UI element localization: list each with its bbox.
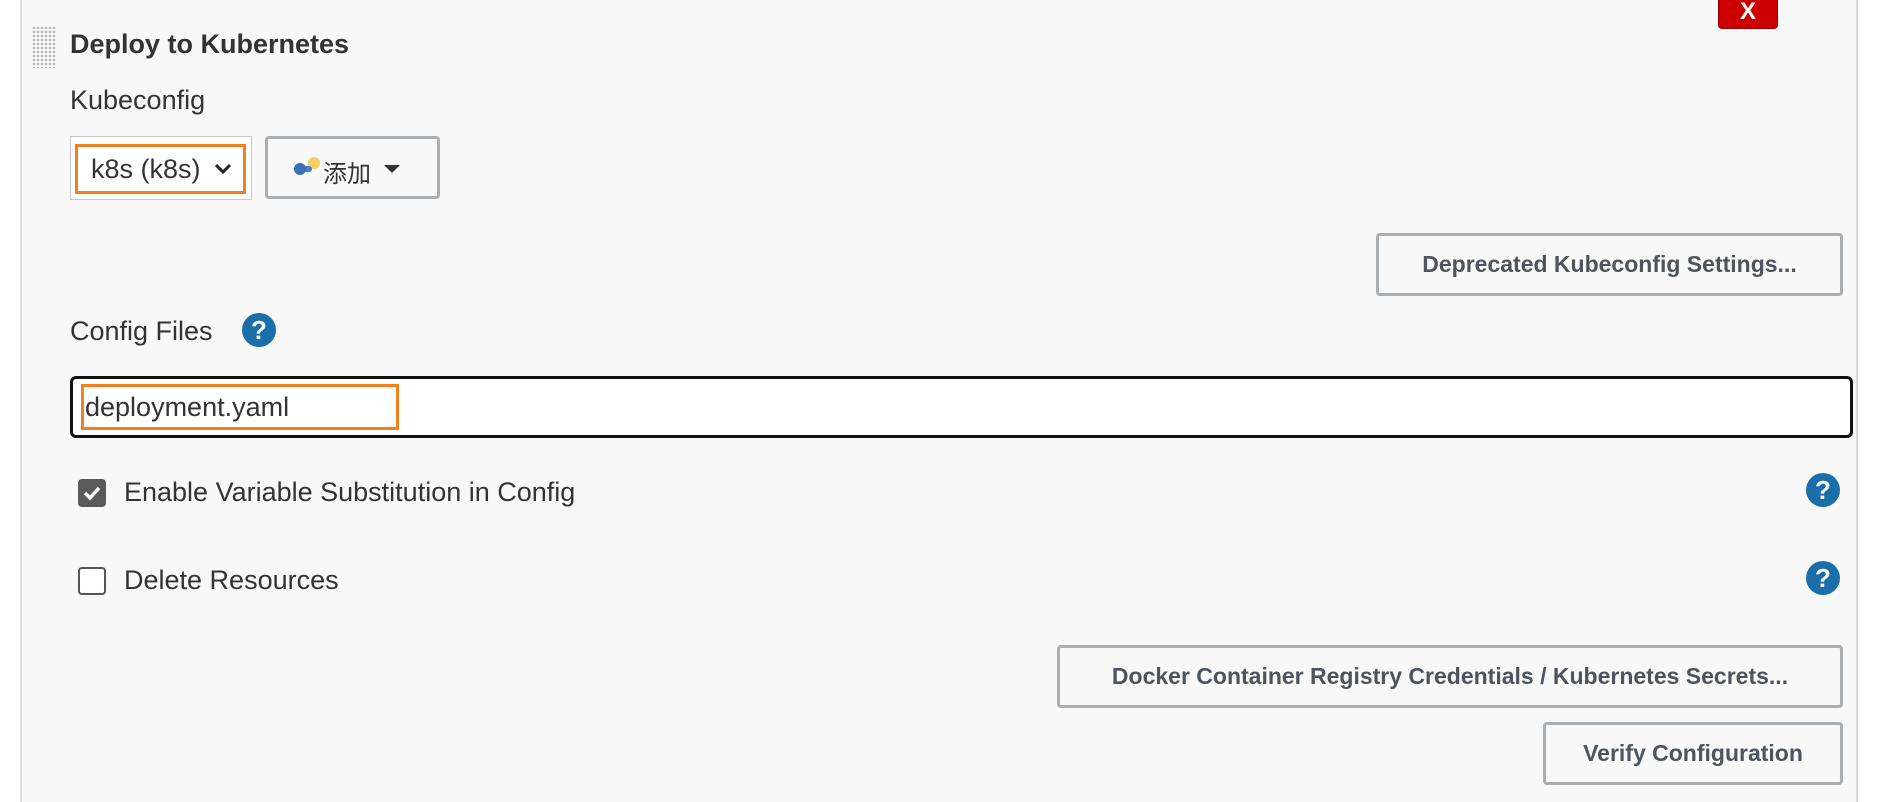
drag-handle-icon[interactable] <box>32 26 56 68</box>
config-files-value: deployment.yaml <box>81 384 399 430</box>
enable-substitution-checkbox[interactable] <box>78 479 106 507</box>
kubeconfig-selected-value: k8s (k8s) <box>91 154 201 184</box>
caret-down-icon <box>384 165 400 173</box>
delete-resources-help-icon[interactable]: ? <box>1806 561 1840 595</box>
kubeconfig-select[interactable]: k8s (k8s) <box>75 144 246 194</box>
key-icon <box>294 157 320 175</box>
add-label: 添加 <box>323 161 371 188</box>
config-files-label: Config Files <box>70 316 213 346</box>
checkmark-icon <box>83 486 101 501</box>
enable-substitution-help-icon[interactable]: ? <box>1806 473 1840 507</box>
close-icon[interactable]: X <box>1718 0 1778 29</box>
section-title: Deploy to Kubernetes <box>70 29 350 59</box>
delete-resources-checkbox[interactable] <box>78 567 106 595</box>
delete-resources-label[interactable]: Delete Resources <box>124 565 339 596</box>
kubeconfig-label: Kubeconfig <box>70 85 206 115</box>
config-files-help-icon[interactable]: ? <box>242 313 276 347</box>
docker-registry-credentials-button[interactable]: Docker Container Registry Credentials / … <box>1057 645 1843 708</box>
chevron-down-icon <box>214 163 232 175</box>
deprecated-kubeconfig-settings-button[interactable]: Deprecated Kubeconfig Settings... <box>1376 233 1843 296</box>
config-files-input[interactable]: deployment.yaml <box>70 376 1853 438</box>
add-credentials-button[interactable]: 添加 <box>265 136 440 199</box>
enable-substitution-label[interactable]: Enable Variable Substitution in Config <box>124 477 575 508</box>
verify-configuration-button[interactable]: Verify Configuration <box>1543 722 1843 785</box>
kubeconfig-select-wrapper: k8s (k8s) <box>70 136 252 200</box>
